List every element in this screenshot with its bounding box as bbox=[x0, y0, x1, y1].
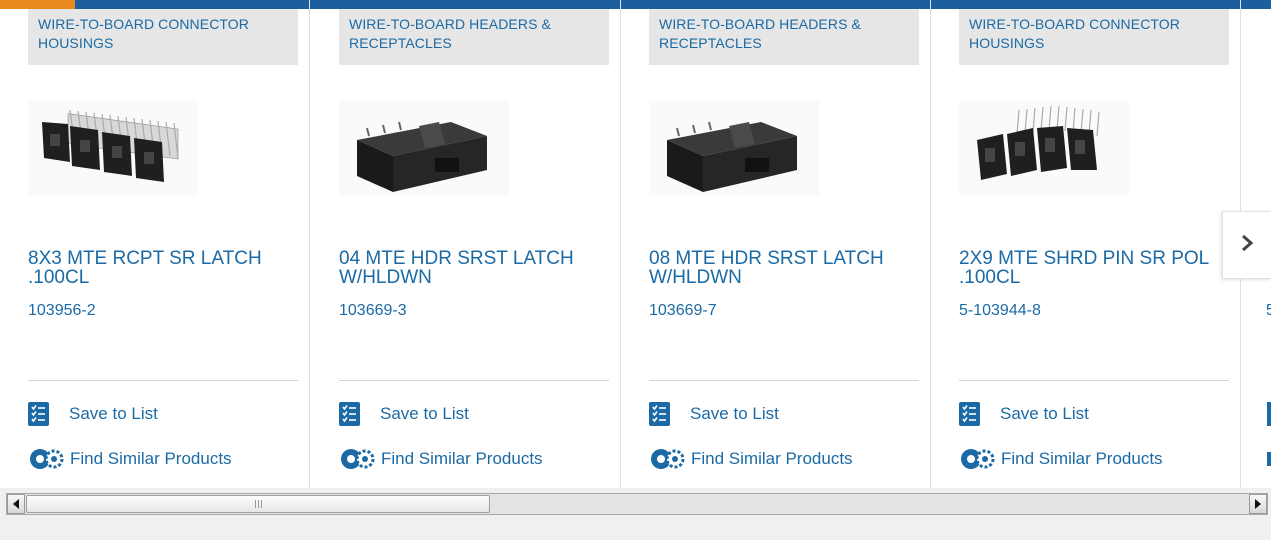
chevron-right-icon bbox=[1240, 232, 1254, 258]
find-similar-products-label: Find Similar Products bbox=[70, 449, 232, 468]
find-similar-products-button[interactable]: Find Similar Products bbox=[959, 446, 1163, 472]
scroll-right-button[interactable] bbox=[1249, 494, 1267, 514]
product-image[interactable] bbox=[339, 100, 509, 196]
product-category[interactable]: WIRE-TO-BOARD HEADERS & RECEPTACLES bbox=[339, 9, 609, 65]
horizontal-scrollbar[interactable] bbox=[6, 493, 1268, 515]
product-title-line: .100CL bbox=[959, 267, 1021, 287]
save-to-list-button[interactable]: Save to List bbox=[28, 402, 158, 426]
product-image[interactable] bbox=[649, 100, 819, 196]
gears-icon bbox=[959, 446, 995, 472]
save-to-list-label: Save to List bbox=[690, 404, 779, 423]
scrollbar-thumb[interactable] bbox=[26, 495, 490, 513]
product-title-line: 8X3 MTE RCPT SR LATCH bbox=[28, 249, 262, 269]
product-category[interactable]: WIRE-TO-BOARD CONNECTOR HOUSINGS bbox=[28, 9, 298, 65]
save-to-list-label: Save to List bbox=[69, 404, 158, 423]
product-title-line: 04 MTE HDR SRST LATCH bbox=[339, 249, 574, 269]
product-title[interactable]: 04 MTE HDR SRST LATCH W/HLDWN bbox=[339, 249, 601, 287]
card-divider bbox=[959, 380, 1229, 381]
save-to-list-label: Save to List bbox=[1000, 404, 1089, 423]
product-title[interactable]: 8X3 MTE RCPT SR LATCH .100CL bbox=[28, 249, 290, 287]
find-similar-products-button[interactable]: Find Similar Products bbox=[649, 446, 853, 472]
triangle-left-icon bbox=[13, 499, 19, 509]
product-part-number[interactable]: 103669-7 bbox=[649, 302, 717, 320]
checklist-icon bbox=[649, 402, 670, 426]
checklist-icon bbox=[28, 402, 49, 426]
gears-icon bbox=[28, 446, 64, 472]
checklist-icon-partial[interactable] bbox=[1267, 402, 1271, 426]
product-category[interactable]: WIRE-TO-BOARD HEADERS & RECEPTACLES bbox=[649, 9, 919, 65]
product-title-line: 08 MTE HDR SRST LATCH bbox=[649, 249, 884, 269]
save-to-list-button[interactable]: Save to List bbox=[959, 402, 1089, 426]
product-card: WIRE-TO-BOARD CONNECTOR HOUSINGS bbox=[0, 0, 310, 488]
product-category[interactable]: WIRE-TO-BOARD CONNECTOR HOUSINGS bbox=[959, 9, 1229, 65]
product-image[interactable] bbox=[959, 100, 1129, 196]
product-title-line: .100CL bbox=[28, 267, 90, 287]
product-carousel: WIRE-TO-BOARD CONNECTOR HOUSINGS 8X3 MTE… bbox=[0, 0, 1271, 488]
save-to-list-button[interactable]: Save to List bbox=[339, 402, 469, 426]
checklist-icon bbox=[959, 402, 980, 426]
scroll-left-button[interactable] bbox=[7, 494, 25, 514]
product-image[interactable] bbox=[28, 100, 198, 196]
card-divider bbox=[649, 380, 919, 381]
save-to-list-label: Save to List bbox=[380, 404, 469, 423]
product-part-number-partial[interactable]: 5 bbox=[1266, 302, 1271, 320]
gears-icon-partial[interactable] bbox=[1267, 452, 1271, 466]
triangle-right-icon bbox=[1255, 499, 1261, 509]
product-card: WIRE-TO-BOARD CONNECTOR HOUSINGS bbox=[931, 0, 1241, 488]
product-part-number[interactable]: 5-103944-8 bbox=[959, 302, 1041, 320]
product-title[interactable]: 2X9 MTE SHRD PIN SR POL .100CL bbox=[959, 249, 1221, 287]
carousel-next-button[interactable] bbox=[1222, 211, 1271, 279]
product-title-line: W/HLDWN bbox=[649, 267, 742, 287]
product-title-line: 2X9 MTE SHRD PIN SR POL bbox=[959, 249, 1210, 269]
find-similar-products-label: Find Similar Products bbox=[381, 449, 543, 468]
find-similar-products-label: Find Similar Products bbox=[691, 449, 853, 468]
product-card: WIRE-TO-BOARD HEADERS & RECEPTACLES 04 M… bbox=[311, 0, 621, 488]
find-similar-products-label: Find Similar Products bbox=[1001, 449, 1163, 468]
find-similar-products-button[interactable]: Find Similar Products bbox=[28, 446, 232, 472]
product-part-number[interactable]: 103956-2 bbox=[28, 302, 96, 320]
product-part-number[interactable]: 103669-3 bbox=[339, 302, 407, 320]
product-title[interactable]: 08 MTE HDR SRST LATCH W/HLDWN bbox=[649, 249, 911, 287]
gears-icon bbox=[649, 446, 685, 472]
grip-icon bbox=[254, 500, 262, 508]
find-similar-products-button[interactable]: Find Similar Products bbox=[339, 446, 543, 472]
card-divider bbox=[28, 380, 298, 381]
product-card: WIRE-TO-BOARD HEADERS & RECEPTACLES 08 M… bbox=[621, 0, 931, 488]
gears-icon bbox=[339, 446, 375, 472]
save-to-list-button[interactable]: Save to List bbox=[649, 402, 779, 426]
card-divider bbox=[339, 380, 609, 381]
checklist-icon bbox=[339, 402, 360, 426]
product-title-line: W/HLDWN bbox=[339, 267, 432, 287]
